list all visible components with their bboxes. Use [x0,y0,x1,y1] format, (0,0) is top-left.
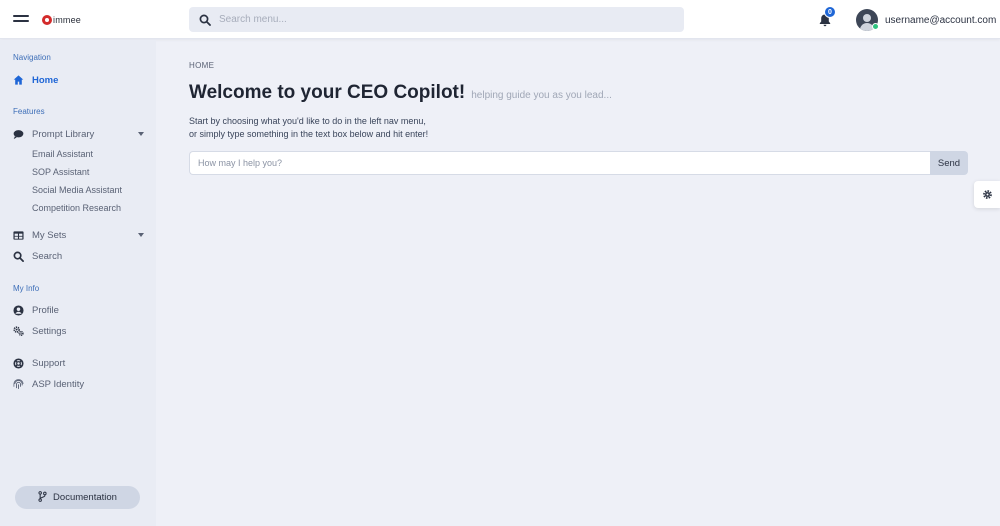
sidebar: Navigation Home Features Prompt Library … [0,40,156,526]
search-icon [199,14,211,26]
settings-panel-toggle[interactable] [974,181,1000,208]
user-menu[interactable]: username@account.com [856,8,996,32]
logo-text: immee [53,15,82,25]
brand-logo[interactable]: immee [42,13,81,27]
chevron-down-icon [138,233,144,237]
logo-mark-icon [42,15,52,25]
sidebar-item-label: Prompt Library [32,128,95,140]
intro-line-1: Start by choosing what you'd like to do … [189,116,426,126]
sidebar-item-label: Profile [32,304,59,316]
search-icon [13,251,24,262]
send-button[interactable]: Send [930,151,968,175]
chat-bubble-icon [13,129,24,140]
home-icon [13,75,24,86]
section-title-navigation: Navigation [13,53,51,62]
menu-search-box [189,7,684,32]
sidebar-item-settings[interactable]: Settings [13,324,148,338]
sidebar-subitem-sop-assistant[interactable]: SOP Assistant [32,167,89,177]
notifications-button[interactable]: 0 [818,6,836,27]
section-title-my-info: My Info [13,284,40,293]
sidebar-item-label: My Sets [32,229,67,241]
username-label: username@account.com [885,14,997,26]
code-branch-icon [38,490,47,505]
sidebar-item-my-sets[interactable]: My Sets [13,228,148,242]
sidebar-item-prompt-library[interactable]: Prompt Library [13,127,148,141]
life-ring-icon [13,357,24,369]
top-bar: immee 0 username@account.com [0,0,1000,39]
intro-text: Start by choosing what you'd like to do … [189,115,428,141]
sidebar-item-label: Support [32,357,66,369]
sidebar-item-label: Home [32,74,59,86]
menu-search-input[interactable] [219,14,659,25]
notification-count-badge: 0 [824,6,836,18]
sidebar-item-profile[interactable]: Profile [13,303,148,317]
sidebar-item-label: ASP Identity [32,378,85,390]
chevron-down-icon [138,132,144,136]
section-title-features: Features [13,107,45,116]
sidebar-item-label: Search [32,250,63,262]
page-header: Welcome to your CEO Copilot! helping gui… [189,82,612,104]
breadcrumb[interactable]: HOME [189,61,214,70]
sidebar-item-search[interactable]: Search [13,249,148,263]
intro-line-2: or simply type something in the text box… [189,129,429,139]
page-subtitle: helping guide you as you lead... [471,90,612,101]
sidebar-item-home[interactable]: Home [13,73,148,87]
hamburger-icon[interactable] [13,15,29,24]
sidebar-item-label: Settings [32,325,67,337]
ask-bar: Send [189,151,968,175]
sidebar-subitem-social-media-assistant[interactable]: Social Media Assistant [32,185,122,195]
sidebar-subitem-email-assistant[interactable]: Email Assistant [32,149,93,159]
sidebar-item-support[interactable]: Support [13,356,148,370]
online-status-dot [872,23,879,30]
cogs-icon [13,326,24,337]
user-circle-icon [13,304,24,316]
documentation-button[interactable]: Documentation [15,486,140,509]
documentation-label: Documentation [53,492,117,503]
page-title: Welcome to your CEO Copilot! [189,82,466,103]
fingerprint-icon [13,378,24,390]
ask-input[interactable] [189,151,930,175]
gear-icon [982,190,992,199]
sidebar-subitem-competition-research[interactable]: Competition Research [32,203,121,213]
sidebar-item-asp-identity[interactable]: ASP Identity [13,377,148,391]
table-icon [13,230,24,241]
